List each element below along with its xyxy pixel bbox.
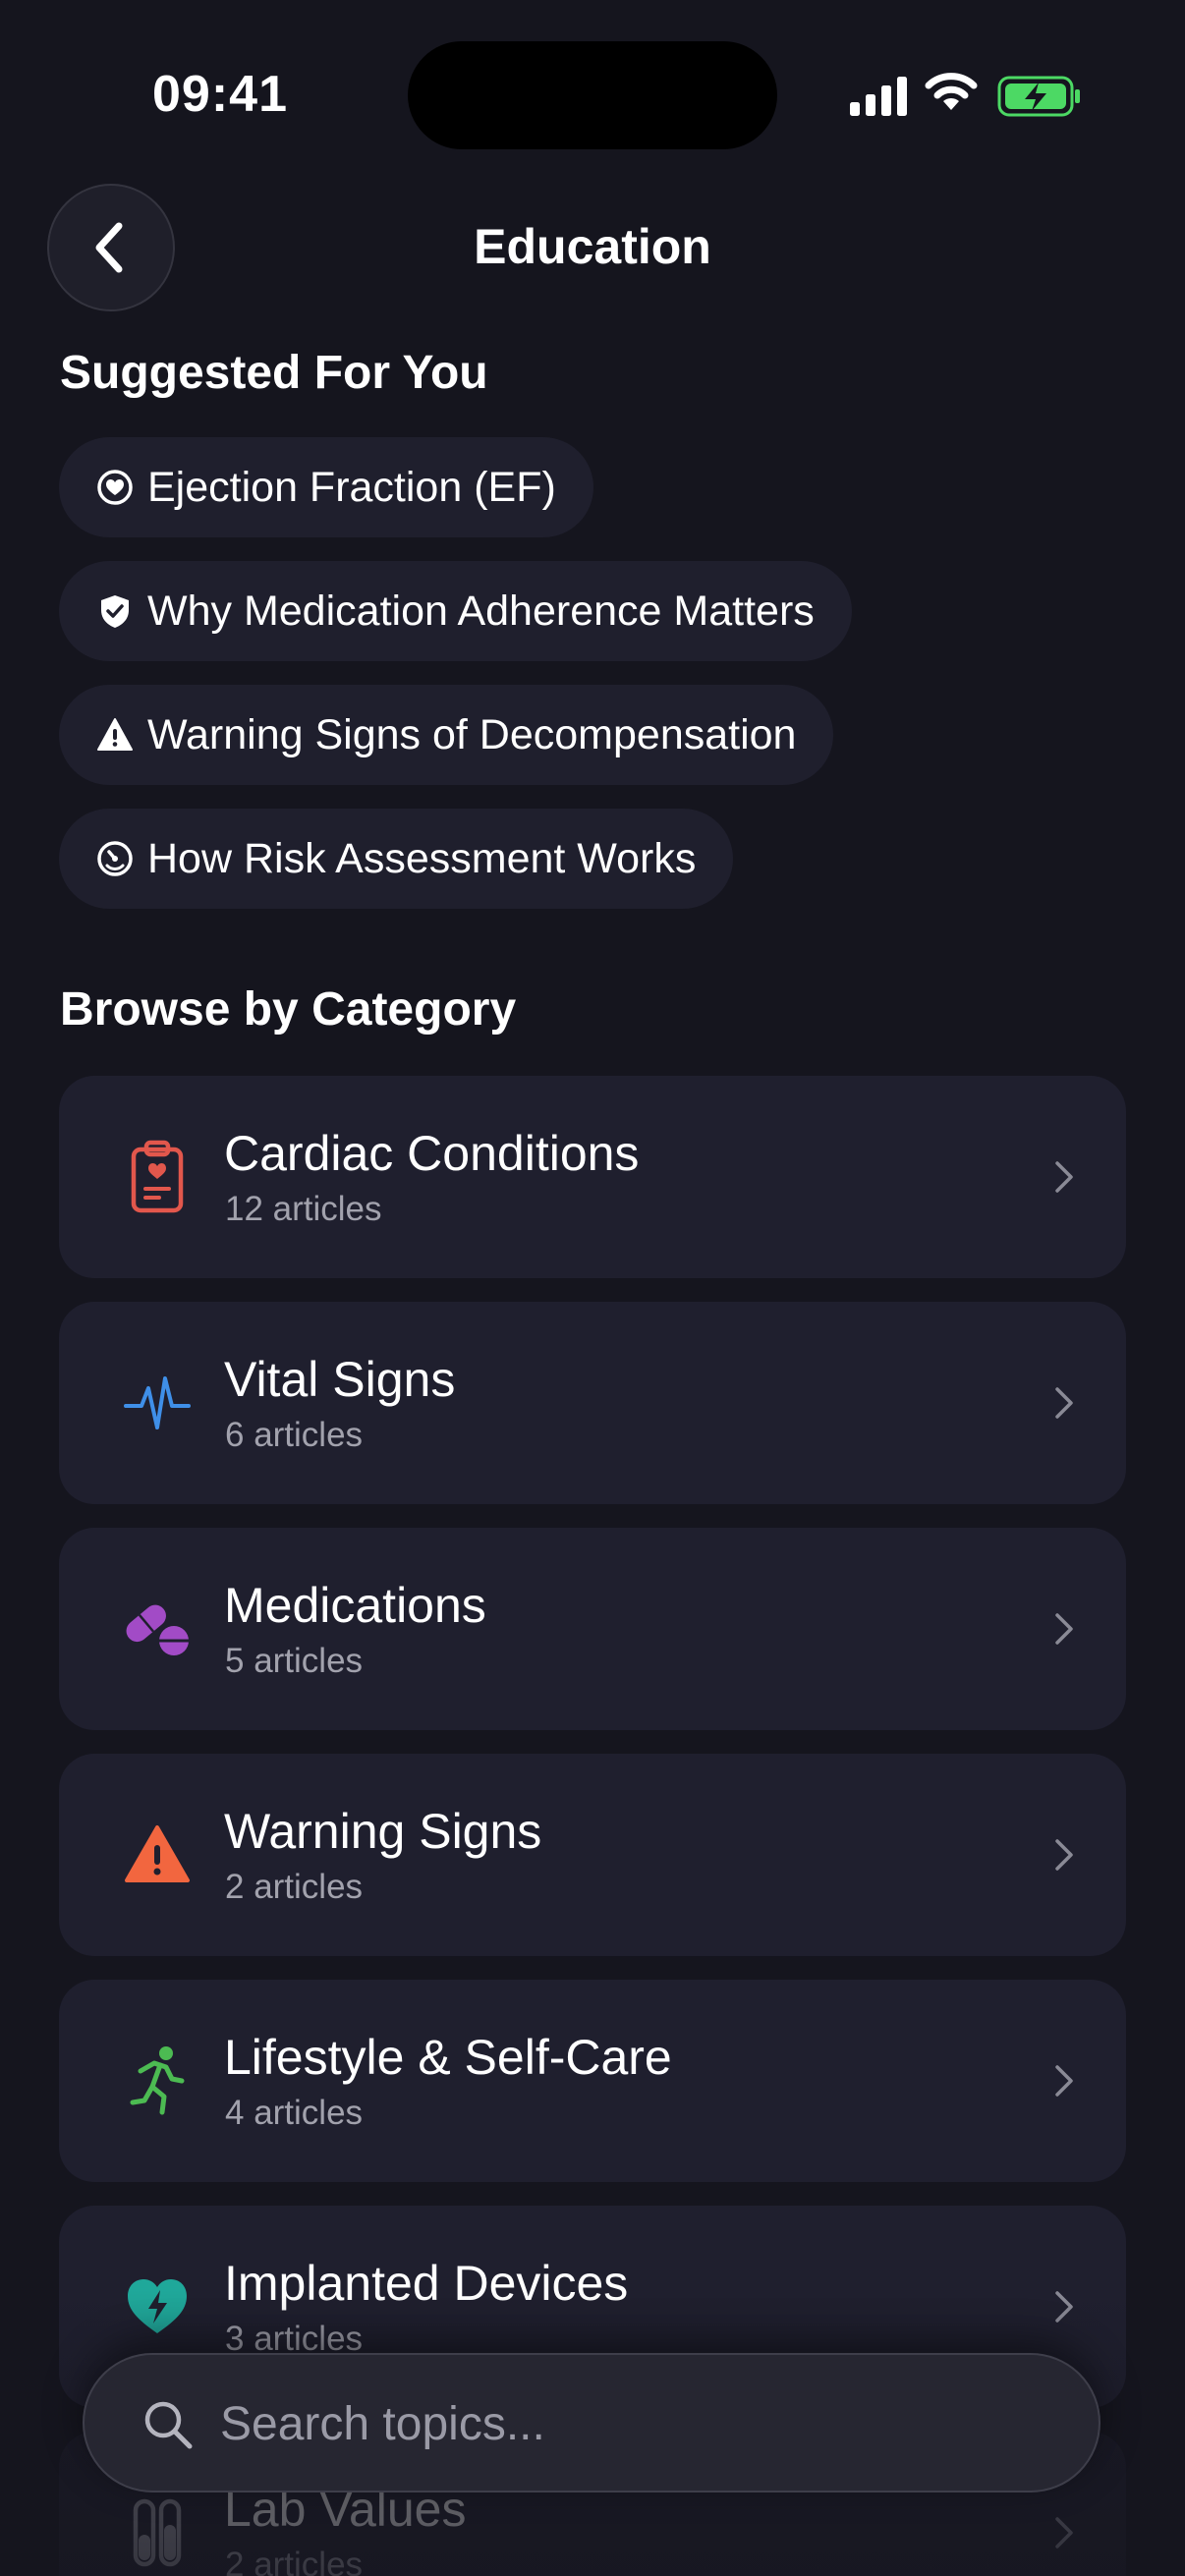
category-name: Cardiac Conditions: [224, 1126, 640, 1181]
search-bar[interactable]: [83, 2353, 1100, 2492]
heart-circle-icon: [97, 470, 133, 505]
category-card-warning-signs[interactable]: Warning Signs 2 articles: [59, 1754, 1126, 1956]
chevron-right-icon: [1055, 1613, 1073, 1645]
warning-icon: [108, 1806, 206, 1904]
suggested-chip-risk-assessment[interactable]: How Risk Assessment Works: [59, 809, 734, 909]
category-name: Implanted Devices: [224, 2256, 629, 2311]
pills-icon: [108, 1580, 206, 1678]
cellular-signal-icon: [850, 77, 907, 116]
category-card-lifestyle-self-care[interactable]: Lifestyle & Self-Care 4 articles: [59, 1980, 1126, 2182]
status-bar: 09:41: [0, 0, 1185, 187]
chevron-right-icon: [1055, 1161, 1073, 1193]
category-card-cardiac-conditions[interactable]: Cardiac Conditions 12 articles: [59, 1076, 1126, 1278]
suggested-chip-ejection-fraction[interactable]: Ejection Fraction (EF): [59, 437, 593, 537]
pulse-icon: [108, 1354, 206, 1452]
category-name: Lifestyle & Self-Care: [224, 2030, 672, 2085]
clipboard-heart-icon: [108, 1128, 206, 1226]
search-icon: [144, 2401, 193, 2449]
category-count: 12 articles: [225, 1190, 382, 1228]
chevron-right-icon: [1055, 2517, 1073, 2548]
category-name: Medications: [224, 1578, 486, 1633]
suggested-chip-warning-signs[interactable]: Warning Signs of Decompensation: [59, 685, 834, 785]
search-input[interactable]: [220, 2384, 1055, 2463]
page-title: Education: [474, 219, 711, 274]
category-name: Vital Signs: [224, 1352, 456, 1407]
category-count: 6 articles: [225, 1416, 364, 1454]
category-count: 5 articles: [225, 1642, 364, 1680]
test-tubes-icon: [108, 2484, 206, 2576]
suggested-chip-medication-adherence[interactable]: Why Medication Adherence Matters: [59, 561, 852, 661]
education-screen: 09:41 Education Suggested For You Ejecti…: [0, 0, 1185, 2576]
chip-label: Ejection Fraction (EF): [147, 463, 556, 511]
category-count: 2 articles: [225, 2546, 364, 2576]
chevron-right-icon: [1055, 1839, 1073, 1871]
chip-label: Why Medication Adherence Matters: [147, 587, 815, 635]
category-card-vital-signs[interactable]: Vital Signs 6 articles: [59, 1302, 1126, 1504]
chevron-right-icon: [1055, 2065, 1073, 2097]
status-time: 09:41: [152, 66, 288, 123]
shield-check-icon: [101, 595, 129, 628]
wifi-icon: [925, 73, 978, 110]
battery-charging-icon: [997, 76, 1080, 117]
category-count: 4 articles: [225, 2094, 364, 2132]
gauge-icon: [97, 841, 133, 876]
warning-triangle-icon: [97, 718, 133, 751]
category-name: Warning Signs: [224, 1804, 542, 1859]
chip-label: Warning Signs of Decompensation: [147, 710, 797, 758]
category-count: 2 articles: [225, 1868, 364, 1906]
chevron-right-icon: [1055, 1387, 1073, 1419]
heart-bolt-icon: [108, 2258, 206, 2356]
chevron-right-icon: [1055, 2291, 1073, 2323]
browse-section-title: Browse by Category: [60, 983, 517, 1036]
chip-label: How Risk Assessment Works: [147, 834, 697, 882]
category-card-medications[interactable]: Medications 5 articles: [59, 1528, 1126, 1730]
dynamic-island: [408, 41, 777, 149]
suggested-section-title: Suggested For You: [60, 347, 488, 399]
running-icon: [108, 2032, 206, 2130]
